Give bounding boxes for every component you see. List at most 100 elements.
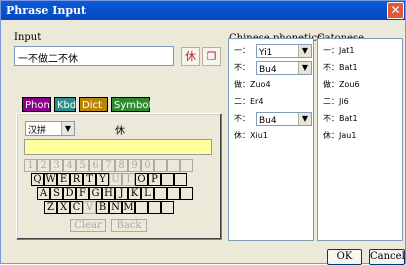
pinyin-select[interactable]: Bu4 ▼ [256, 112, 312, 126]
key-blank[interactable] [161, 201, 174, 214]
chevron-down-icon: ▼ [298, 62, 311, 74]
key-blank[interactable] [154, 187, 167, 200]
key-blank[interactable] [148, 201, 161, 214]
key-blank[interactable] [161, 173, 174, 186]
phrase-input-field[interactable]: 一不做二不休 [14, 46, 174, 66]
chinese-phonetic-row: 休：Xiu1 [234, 129, 268, 143]
chevron-down-icon: ▼ [298, 45, 311, 57]
window-title: Phrase Input [6, 4, 87, 17]
jyutping-value: Bat1 [339, 114, 358, 123]
key-p[interactable]: P [148, 173, 161, 186]
chinese-phonetic-row: 做：Zuo4 [234, 78, 271, 92]
jyutping-value: Bat1 [339, 63, 358, 72]
chinese-phonetic-row: 二：Er4 [234, 95, 263, 109]
key-2[interactable]: 2 [37, 159, 50, 172]
tab-symbol[interactable]: Symbol [111, 97, 151, 112]
cantonese-phonetic-row: 休：Jau1 [323, 129, 356, 143]
chevron-down-icon: ▼ [298, 113, 311, 125]
pinyin-value: Yi1 [259, 48, 273, 58]
key-s[interactable]: S [50, 187, 63, 200]
dictionary-icon[interactable]: ❐ [202, 47, 221, 66]
key-0[interactable]: 0 [141, 159, 154, 172]
chinese-char: 休： [234, 131, 250, 140]
key-blank[interactable] [135, 201, 148, 214]
pinyin-value: Bu4 [259, 116, 277, 126]
key-a[interactable]: A [37, 187, 50, 200]
cancel-button[interactable]: Cancel [369, 249, 405, 265]
key-f[interactable]: F [76, 187, 89, 200]
key-blank[interactable] [174, 173, 187, 186]
chinese-phonetic-row: 一： Yi1 ▼ [234, 44, 312, 58]
title-bar: Phrase Input [1, 1, 405, 20]
chinese-char: 一： [234, 46, 250, 55]
phrase-input-window: Phrase Input ✕ Input 一不做二不休 休 ❐ Phon Kbd D… [0, 0, 406, 265]
method-select[interactable]: 汉拼 ▼ [25, 121, 75, 136]
key-blank[interactable] [180, 159, 193, 172]
key-r[interactable]: R [70, 173, 83, 186]
cantonese-char: 二： [323, 97, 339, 106]
chinese-phonetics-list: 一： Yi1 ▼ 不： Bu4 ▼ 做：Zuo4 二：Er4 不： Bu4 ▼ 休：Xiu1 [228, 38, 314, 241]
pinyin-select[interactable]: Bu4 ▼ [256, 61, 312, 75]
key-z[interactable]: Z [44, 201, 57, 214]
close-icon[interactable]: ✕ [387, 2, 404, 19]
jyutping-value: Jat1 [339, 46, 355, 55]
key-g[interactable]: G [89, 187, 102, 200]
key-5[interactable]: 5 [76, 159, 89, 172]
key-q[interactable]: Q [31, 173, 44, 186]
cantonese-phonetic-row: 做：Zou6 [323, 78, 360, 92]
chevron-down-icon: ▼ [61, 122, 74, 135]
key-8[interactable]: 8 [115, 159, 128, 172]
key-blank[interactable] [154, 159, 167, 172]
key-4[interactable]: 4 [63, 159, 76, 172]
input-label: Input [14, 32, 42, 43]
chinese-char: 不： [234, 114, 250, 123]
pinyin-select[interactable]: Yi1 ▼ [256, 44, 312, 58]
key-3[interactable]: 3 [50, 159, 63, 172]
tab-phon[interactable]: Phon [22, 97, 51, 112]
pinyin-value: Zuo4 [250, 80, 271, 89]
key-w[interactable]: W [44, 173, 57, 186]
key-7[interactable]: 7 [102, 159, 115, 172]
key-d[interactable]: D [63, 187, 76, 200]
candidate-area [24, 139, 212, 155]
key-x[interactable]: X [57, 201, 70, 214]
back-button[interactable]: Back [111, 219, 147, 232]
cantonese-phonetic-row: 不：Bat1 [323, 61, 358, 75]
key-blank[interactable] [167, 187, 180, 200]
cantonese-phonetic-row: 一：Jat1 [323, 44, 355, 58]
key-o[interactable]: O [135, 173, 148, 186]
tab-dict[interactable]: Dict [79, 97, 108, 112]
key-blank[interactable] [180, 187, 193, 200]
tab-kbd[interactable]: Kbd [54, 97, 76, 112]
key-e[interactable]: E [57, 173, 70, 186]
key-c[interactable]: C [70, 201, 83, 214]
key-h[interactable]: H [102, 187, 115, 200]
pinyin-value: Bu4 [259, 65, 277, 75]
key-b[interactable]: B [96, 201, 109, 214]
chinese-char: 做： [234, 80, 250, 89]
key-blank[interactable] [167, 159, 180, 172]
jyutping-value: Jau1 [339, 131, 357, 140]
key-1[interactable]: 1 [24, 159, 37, 172]
key-j[interactable]: J [115, 187, 128, 200]
key-i[interactable]: I [122, 173, 135, 186]
key-v[interactable]: V [83, 201, 96, 214]
jyutping-value: Zou6 [339, 80, 360, 89]
key-y[interactable]: Y [96, 173, 109, 186]
ok-button[interactable]: OK [327, 249, 362, 265]
cantonese-char: 不： [323, 114, 339, 123]
key-m[interactable]: M [122, 201, 135, 214]
cantonese-char: 一： [323, 46, 339, 55]
jyutping-value: Ji6 [339, 97, 349, 106]
key-l[interactable]: L [141, 187, 154, 200]
key-6[interactable]: 6 [89, 159, 102, 172]
key-n[interactable]: N [109, 201, 122, 214]
key-t[interactable]: T [83, 173, 96, 186]
key-9[interactable]: 9 [128, 159, 141, 172]
key-k[interactable]: K [128, 187, 141, 200]
current-char: 休 [115, 126, 125, 137]
chinese-char: 二： [234, 97, 250, 106]
key-u[interactable]: U [109, 173, 122, 186]
clear-button[interactable]: Clear [70, 219, 106, 232]
character-button[interactable]: 休 [181, 47, 200, 66]
